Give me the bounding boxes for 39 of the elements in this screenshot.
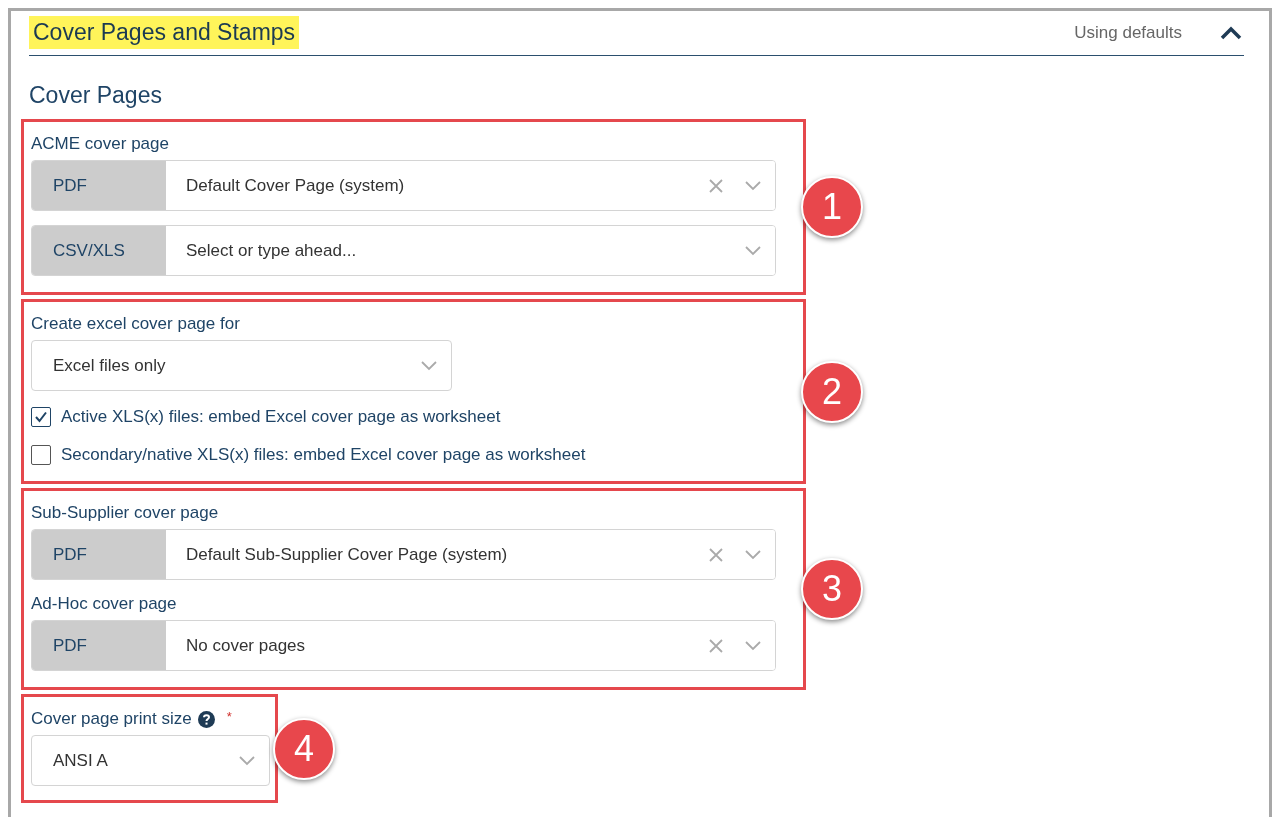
step-badge: 4 bbox=[273, 717, 335, 780]
select-field[interactable]: PDF No cover pages bbox=[31, 620, 776, 671]
field-label: Sub-Supplier cover page bbox=[31, 503, 219, 523]
select-field[interactable]: Excel files only bbox=[31, 340, 452, 391]
status-text: Using defaults bbox=[1074, 22, 1182, 43]
format-prefix: PDF bbox=[32, 621, 166, 670]
checkbox-label[interactable]: Secondary/native XLS(x) files: embed Excel cover page as worksheet bbox=[61, 445, 586, 465]
field-label: Cover page print size bbox=[31, 709, 192, 729]
step-badge: 1 bbox=[801, 176, 863, 238]
format-prefix: PDF bbox=[32, 530, 166, 579]
select-value: Default Cover Page (system) bbox=[186, 175, 406, 196]
check-icon bbox=[34, 411, 48, 423]
help-icon[interactable] bbox=[197, 710, 215, 728]
select-placeholder: Select or type ahead... bbox=[186, 240, 358, 261]
chevron-down-icon bbox=[745, 180, 761, 191]
checkbox[interactable] bbox=[31, 407, 51, 427]
chevron-down-icon bbox=[421, 360, 437, 371]
field-label: ACME cover page bbox=[31, 134, 169, 154]
select-field[interactable]: PDF Default Sub-Supplier Cover Page (system) bbox=[31, 529, 776, 580]
step-badge: 3 bbox=[801, 558, 863, 620]
section-title: Cover Pages bbox=[29, 82, 163, 109]
select-value: Default Sub-Supplier Cover Page (system) bbox=[186, 544, 509, 565]
format-prefix: CSV/XLS bbox=[32, 226, 166, 275]
select-field[interactable]: PDF Default Cover Page (system) bbox=[31, 160, 776, 211]
field-label: Ad-Hoc cover page bbox=[31, 594, 177, 614]
step-badge: 2 bbox=[801, 360, 863, 423]
checkbox-label[interactable]: Active XLS(x) files: embed Excel cover page as worksheet bbox=[61, 407, 501, 427]
chevron-down-icon bbox=[239, 755, 255, 766]
chevron-down-icon bbox=[745, 549, 761, 560]
format-prefix: PDF bbox=[32, 161, 166, 210]
select-value: No cover pages bbox=[186, 635, 307, 656]
panel-title: Cover Pages and Stamps bbox=[29, 16, 300, 49]
select-field[interactable]: CSV/XLS Select or type ahead... bbox=[31, 225, 776, 276]
checkbox[interactable] bbox=[31, 445, 51, 465]
required-mark: * bbox=[226, 709, 232, 724]
chevron-down-icon bbox=[745, 640, 761, 651]
select-field[interactable]: ANSI A bbox=[31, 735, 270, 786]
field-label: Create excel cover page for bbox=[31, 314, 240, 334]
chevron-down-icon bbox=[745, 245, 761, 256]
